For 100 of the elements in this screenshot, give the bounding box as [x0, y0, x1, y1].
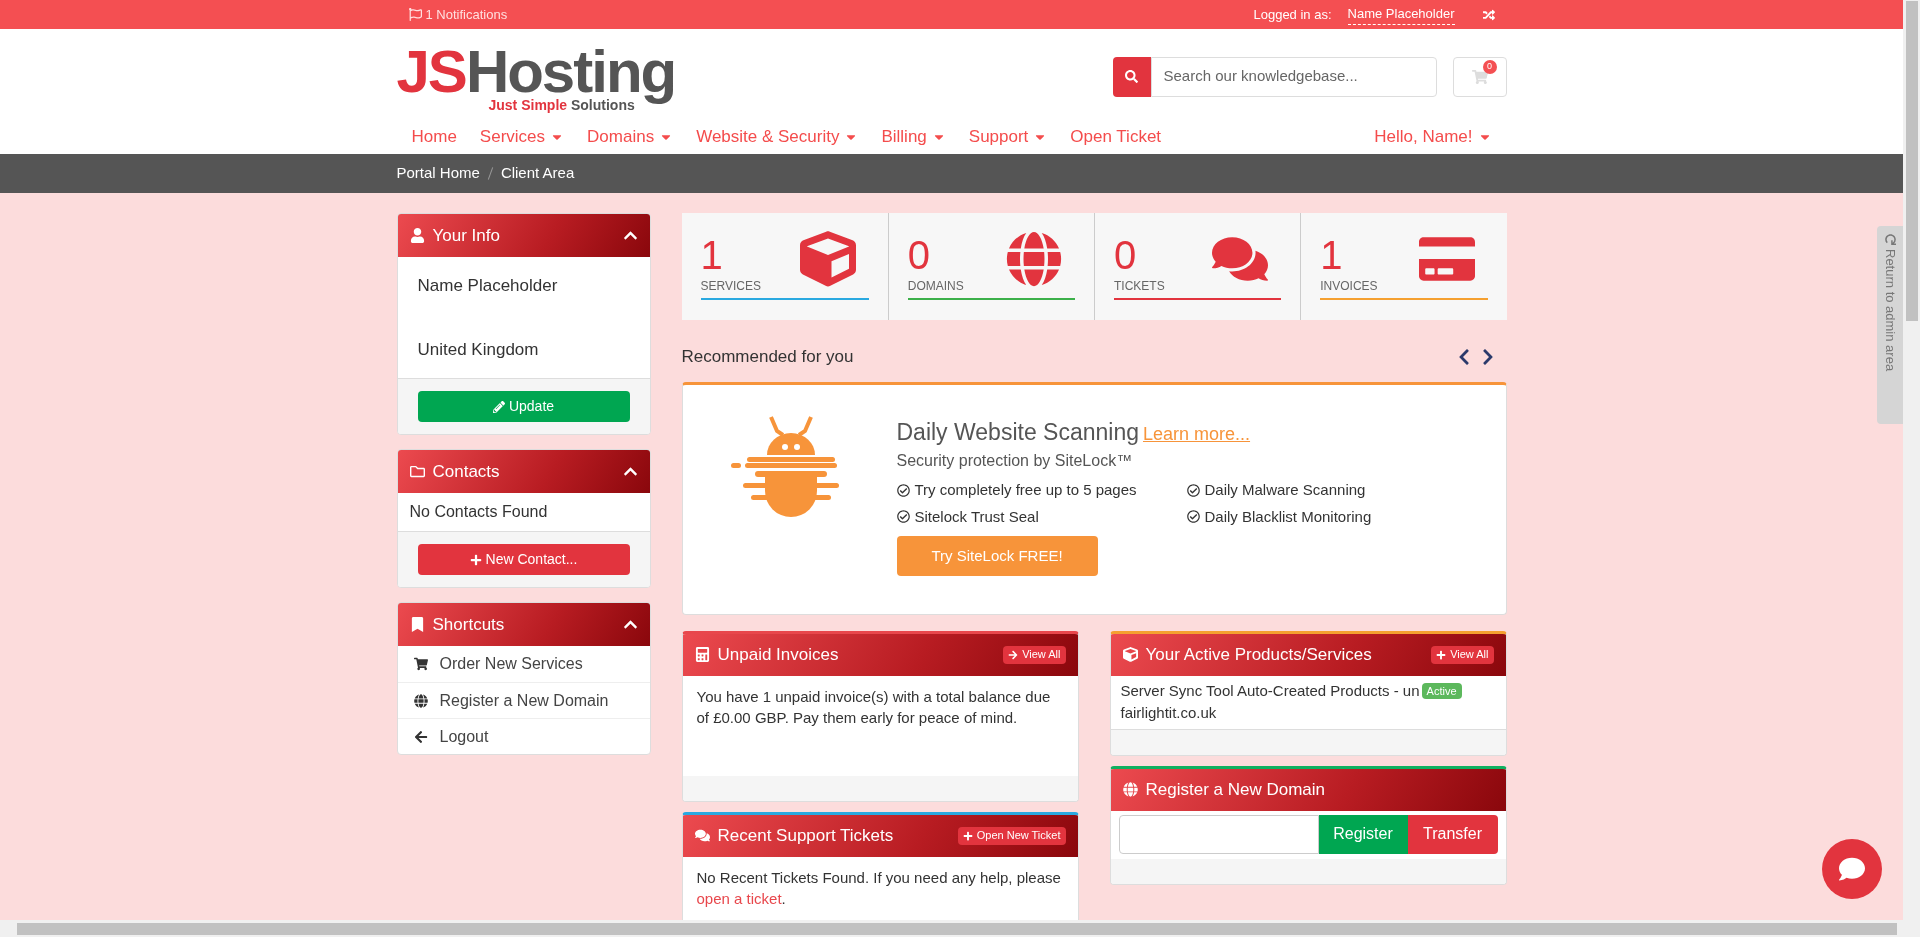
plus-icon: [962, 830, 973, 841]
panel-text: You have 1 unpaid invoice(s) with a total balance due of £0.00 GBP. Pay them early for peace of mind.: [695, 686, 1052, 728]
update-button[interactable]: Update: [417, 391, 630, 422]
chat-button[interactable]: [1822, 839, 1882, 899]
refresh-icon: [1884, 234, 1896, 245]
logged-in-label: Logged in as:: [1253, 5, 1332, 24]
promo-subheading: Security protection by SiteLock™: [896, 451, 1134, 471]
promo-heading: Daily Website Scanning: [896, 417, 1139, 447]
check-icon: [896, 510, 910, 524]
panel-header[interactable]: Your Info: [397, 214, 650, 257]
user-icon: [409, 228, 425, 243]
nav-link[interactable]: Open Ticket: [1070, 124, 1162, 150]
search-icon: [1125, 70, 1138, 83]
open-ticket-link[interactable]: open a ticket: [696, 889, 782, 907]
panel-header[interactable]: Shortcuts: [397, 603, 650, 646]
domain-input-field[interactable]: [1118, 814, 1319, 854]
stat-label: SERVICES: [700, 277, 869, 300]
register-button[interactable]: Register: [1318, 814, 1408, 854]
panel-action-button[interactable]: View All: [1003, 645, 1066, 664]
plus-icon: [469, 553, 482, 566]
nav-link[interactable]: Services: [479, 124, 565, 150]
panel-title: Your Active Products/Services: [1145, 643, 1372, 666]
speech-bubble-icon: [1839, 856, 1865, 882]
status-label: Active: [1421, 682, 1462, 699]
product-name[interactable]: Server Sync Tool Auto-Created Products - un: [1120, 679, 1420, 702]
stat-value: 0: [1114, 235, 1137, 275]
cart-button[interactable]: 0: [1452, 56, 1507, 97]
panel-title: Unpaid Invoices: [717, 643, 839, 666]
panel-action-button[interactable]: View All: [1431, 645, 1494, 664]
shortcut-link[interactable]: Register a New Domain: [397, 682, 650, 718]
info-text: Name Placeholder: [417, 275, 559, 297]
panel-title: Contacts: [432, 460, 500, 483]
check-icon: [1186, 510, 1200, 524]
nav-link[interactable]: Home: [411, 124, 457, 150]
shortcut-link[interactable]: Logout: [397, 718, 650, 754]
plus-icon: [1436, 649, 1447, 660]
search-button[interactable]: [1112, 56, 1151, 97]
stat-tile[interactable]: 1 INVOICES: [1300, 213, 1507, 320]
stat-label: INVOICES: [1320, 277, 1488, 300]
panel-title: Recent Support Tickets: [717, 824, 894, 847]
breadcrumb-link[interactable]: Portal Home: [396, 162, 480, 185]
shuffle-icon[interactable]: [1482, 8, 1495, 21]
feature-text: Daily Malware Scanning: [1204, 480, 1366, 500]
nav-link[interactable]: Support: [968, 124, 1048, 150]
cart-icon: [413, 657, 428, 671]
calculator-icon: [694, 647, 710, 662]
info-text: United Kingdom: [417, 338, 540, 361]
cube-icon: [799, 231, 856, 287]
new-contact-button[interactable]: New Contact...: [417, 544, 630, 575]
panel-title: Your Info: [432, 224, 500, 247]
nav-link[interactable]: Domains: [587, 124, 674, 150]
transfer-button[interactable]: Transfer: [1407, 814, 1498, 854]
check-icon: [896, 483, 910, 497]
section-title: Recommended for you: [681, 346, 854, 368]
stat-value: 0: [907, 235, 930, 275]
shortcut-link[interactable]: Order New Services: [397, 646, 650, 682]
admin-area-tab[interactable]: Return to admin area: [1877, 226, 1903, 424]
flag-icon: [408, 8, 422, 21]
comments-icon: [694, 828, 710, 843]
panel-title: Register a New Domain: [1145, 778, 1325, 801]
nav-link[interactable]: Website & Security: [696, 124, 859, 150]
stat-value: 1: [700, 235, 723, 275]
stat-value: 1: [1320, 235, 1343, 275]
notifications-link[interactable]: 1 Notifications: [408, 4, 508, 25]
panel-action-button[interactable]: Open New Ticket: [957, 826, 1066, 845]
globe-icon: [413, 693, 428, 708]
account-menu[interactable]: Hello, Name!: [1374, 124, 1507, 150]
bookmark-icon: [409, 617, 425, 632]
horizontal-scrollbar[interactable]: [0, 920, 1920, 937]
breadcrumb-link[interactable]: Client Area: [500, 162, 575, 185]
stat-tile[interactable]: 1 SERVICES: [681, 213, 888, 320]
search-field[interactable]: Search our knowledgebase...: [1150, 56, 1437, 97]
stat-label: DOMAINS: [907, 277, 1075, 300]
arrow-right-icon: [1008, 649, 1019, 660]
admin-area-label: Return to admin area: [1881, 249, 1899, 372]
pencil-icon: [492, 400, 505, 413]
learn-more-link[interactable]: Learn more...: [1143, 420, 1251, 448]
nav-link[interactable]: Billing: [881, 124, 946, 150]
product-domain: fairlightit.co.uk: [1120, 704, 1217, 721]
cube-icon: [1122, 647, 1138, 662]
try-sitelock-button[interactable]: Try SiteLock FREE!: [896, 536, 1098, 576]
check-icon: [1186, 483, 1200, 497]
globe-icon: [1122, 782, 1138, 797]
stat-tile[interactable]: 0 TICKETS: [1094, 213, 1301, 320]
stat-tile[interactable]: 0 DOMAINS: [887, 213, 1094, 320]
feature-text: Daily Blacklist Monitoring: [1204, 506, 1372, 527]
user-link[interactable]: Name Placeholder: [1347, 4, 1455, 25]
cart-icon: [1471, 68, 1488, 85]
stat-label: TICKETS: [1114, 277, 1282, 300]
vertical-scrollbar[interactable]: [1903, 0, 1920, 920]
logo[interactable]: JSHosting Just Simple Solutions: [396, 41, 676, 112]
panel-text: No Recent Tickets Found. If you need any help, please open a ticket.: [695, 867, 1062, 909]
cart-count: 0: [1482, 59, 1497, 74]
arrow-left-icon: [413, 729, 428, 744]
globe-icon: [1006, 231, 1062, 287]
empty-message: No Contacts Found: [408, 502, 549, 522]
panel-title: Shortcuts: [432, 613, 505, 636]
feature-text: Sitelock Trust Seal: [914, 506, 1039, 527]
panel-header[interactable]: Contacts: [397, 450, 650, 493]
folder-icon: [409, 464, 425, 479]
